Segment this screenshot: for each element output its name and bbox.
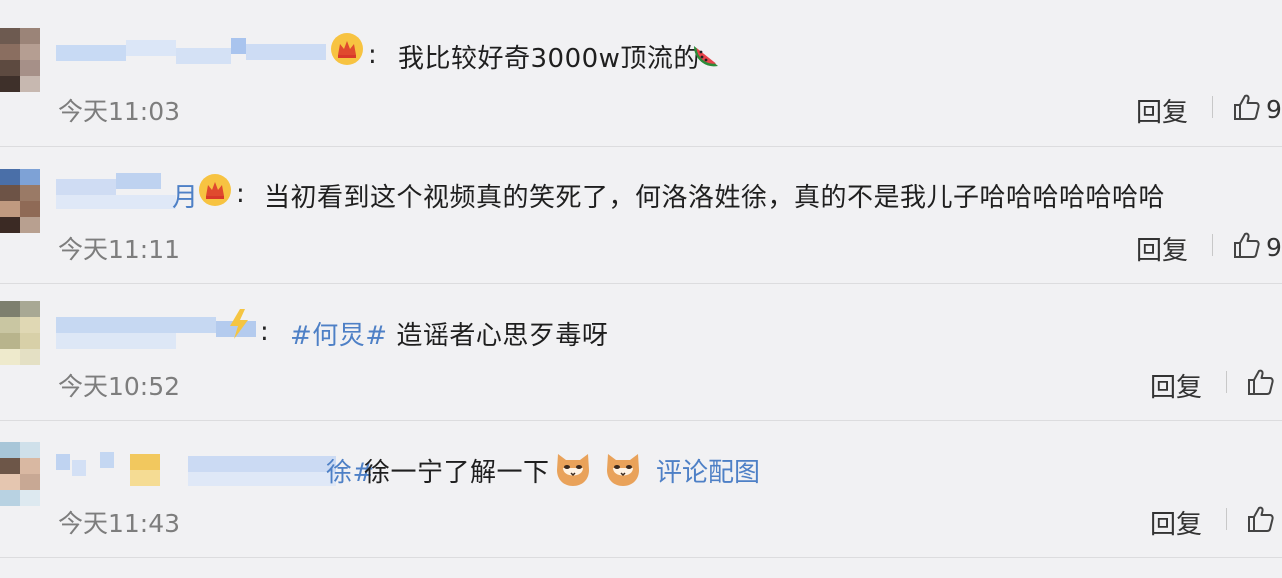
username-blurred[interactable]	[56, 36, 326, 72]
like-count: 9	[1266, 233, 1282, 262]
comment-text: 徐一宁了解一下	[364, 458, 550, 488]
reply-button[interactable]: 回复	[1150, 367, 1202, 404]
comment-item: 徐# 徐一宁了解一下 评论配图 今天11:43 回复	[0, 420, 1282, 557]
comment-image-link[interactable]: 评论配图	[656, 452, 760, 489]
username-blurred[interactable]	[56, 173, 176, 209]
comment-time: 今天11:11	[58, 235, 181, 264]
comment-list: : 我比较好奇3000w顶流的 今天11:03 回复 9 月: 当初看到这个视…	[0, 0, 1282, 578]
crown-badge-icon	[199, 174, 231, 206]
topic-link[interactable]: #何炅#	[290, 321, 388, 351]
avatar[interactable]	[0, 442, 40, 510]
thumbs-up-icon[interactable]	[1246, 367, 1276, 397]
avatar[interactable]	[0, 169, 40, 233]
lightning-badge-icon	[230, 309, 248, 339]
comment-item: : 我比较好奇3000w顶流的 今天11:03 回复 9	[0, 0, 1282, 137]
crown-badge-icon	[331, 33, 363, 65]
action-separator	[1212, 96, 1213, 118]
colon: :	[236, 179, 245, 209]
watermelon-emoji	[693, 46, 718, 67]
comment-time: 今天10:52	[58, 372, 181, 401]
reply-button[interactable]: 回复	[1150, 504, 1202, 541]
action-separator	[1226, 508, 1227, 530]
thumbs-up-icon[interactable]	[1232, 92, 1262, 122]
comment-text: 当初看到这个视频真的笑死了，何洛洛姓徐，真的不是我儿子哈哈哈哈哈哈哈	[264, 183, 1166, 213]
comment-item: 月 : 当初看到这个视频真的笑死了，何洛洛姓徐，真的不是我儿子哈哈哈哈哈哈哈 今…	[0, 137, 1282, 274]
reply-button[interactable]: 回复	[1136, 92, 1188, 129]
avatar[interactable]	[0, 28, 40, 92]
comment-time: 今天11:43	[58, 509, 181, 538]
reply-button[interactable]: 回复	[1136, 230, 1188, 267]
thumbs-up-icon[interactable]	[1246, 504, 1276, 534]
comment-time: 今天11:03	[58, 97, 181, 126]
comment-text: #何炅# 造谣者心思歹毒呀	[290, 315, 608, 352]
avatar[interactable]	[0, 301, 40, 365]
colon: :	[368, 40, 377, 70]
divider	[0, 557, 1282, 558]
cat-face-emoji	[607, 454, 639, 486]
thumbs-up-icon[interactable]	[1232, 230, 1262, 260]
like-count: 9	[1266, 95, 1282, 124]
action-separator	[1226, 371, 1227, 393]
cat-face-emoji	[557, 454, 589, 486]
comment-body: 造谣者心思歹毒呀	[396, 321, 609, 351]
comment-text: 我比较好奇3000w顶流的	[398, 44, 700, 74]
action-separator	[1212, 234, 1213, 256]
username-blurred[interactable]	[56, 450, 336, 486]
comment-item: : #何炅# 造谣者心思歹毒呀 今天10:52 回复	[0, 283, 1282, 420]
username-tail[interactable]: 月	[172, 177, 199, 214]
colon: :	[260, 317, 269, 347]
